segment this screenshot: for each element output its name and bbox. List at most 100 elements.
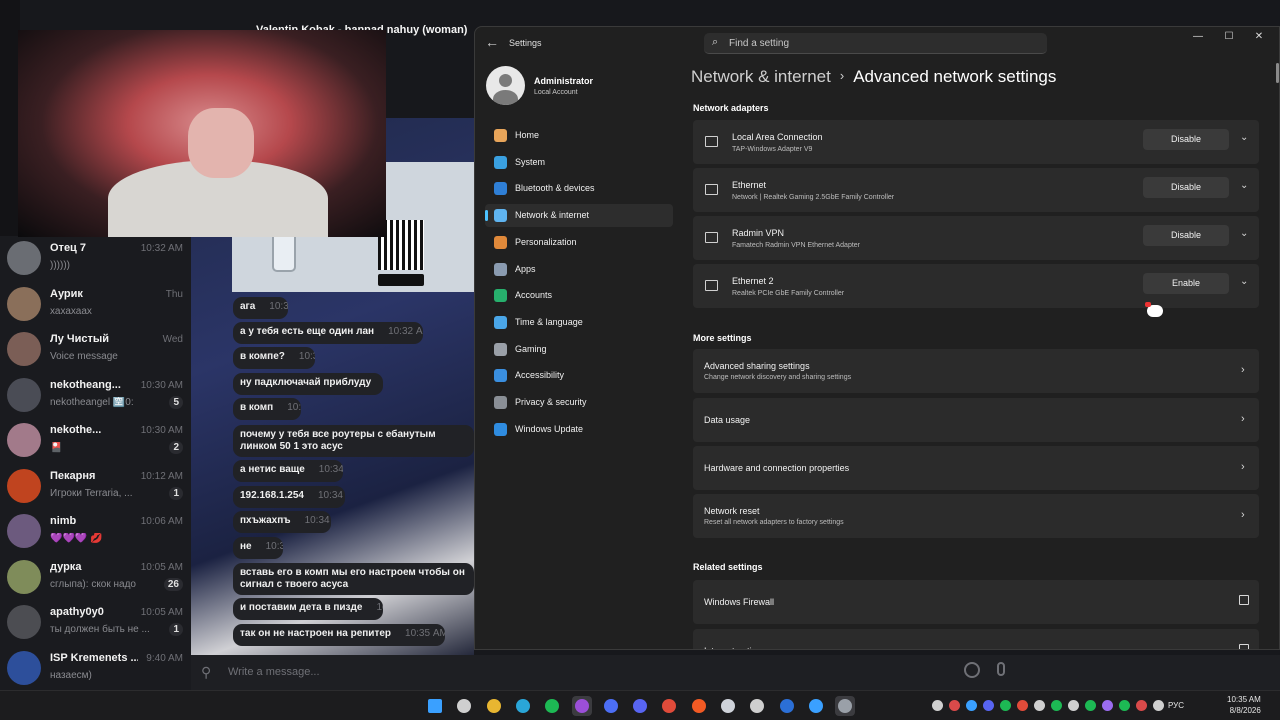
more-settings-item[interactable]: Advanced sharing settings Change network … [693, 349, 1259, 393]
search-icon[interactable] [454, 696, 474, 716]
adapter-card[interactable]: Ethernet Network | Realtek Gaming 2.5GbE … [693, 168, 1259, 212]
tray-icon[interactable] [1153, 700, 1164, 711]
chevron-down-icon[interactable]: ⌄ [1240, 180, 1248, 191]
back-arrow-icon[interactable]: ← [485, 34, 499, 50]
tray-icon[interactable] [1085, 700, 1096, 711]
maximize-icon[interactable]: ☐ [1219, 31, 1239, 47]
nav-item[interactable]: Personalization [485, 231, 673, 254]
github-icon[interactable] [747, 696, 767, 716]
steam-icon[interactable] [718, 696, 738, 716]
tray-icon[interactable] [1034, 700, 1045, 711]
chat-list-item[interactable]: Аурик Thu хахахаах [0, 282, 191, 327]
settings-icon[interactable] [835, 696, 856, 716]
tray-icon[interactable] [1119, 700, 1130, 711]
tray-icon[interactable] [1017, 700, 1028, 711]
search-input[interactable] [729, 35, 1029, 51]
notepad-icon[interactable] [806, 696, 826, 716]
chat-list-item[interactable]: nekotheang... 10:30 AM nekotheangel 🈳0: 5 [0, 373, 191, 418]
file-explorer-icon[interactable] [484, 696, 504, 716]
disable-button[interactable]: Disable [1143, 225, 1229, 246]
more-settings-item[interactable]: Hardware and connection properties › [693, 446, 1259, 490]
adapter-card[interactable]: Radmin VPN Famatech Radmin VPN Ethernet A… [693, 216, 1259, 260]
scrollbar[interactable] [1276, 63, 1279, 83]
nav-item[interactable]: Network & internet [485, 204, 673, 228]
nav-item[interactable]: Apps [485, 258, 673, 281]
avatar[interactable] [486, 66, 525, 105]
nav-item[interactable]: Accounts [485, 284, 673, 307]
chevron-down-icon[interactable]: ⌄ [1240, 276, 1248, 287]
enable-button[interactable]: Enable [1143, 273, 1229, 294]
more-settings-item[interactable]: Data usage › [693, 398, 1259, 442]
message-bubble[interactable]: пхъжахпъ 10:34 AM [233, 511, 331, 533]
more-settings-item[interactable]: Network reset Reset all network adapters … [693, 494, 1259, 538]
disable-button[interactable]: Disable [1143, 177, 1229, 198]
paperclip-icon[interactable]: ⚲ [201, 664, 211, 681]
powershell-icon[interactable] [777, 696, 797, 716]
tray-icon[interactable] [949, 700, 960, 711]
nav-item[interactable]: Accessibility [485, 364, 673, 387]
chevron-down-icon[interactable]: ⌄ [1240, 228, 1248, 239]
message-bubble[interactable]: а у тебя есть еще один лан 10:32 AM [233, 322, 423, 344]
adapter-card[interactable]: Ethernet 2 Realtek PCIe GbE Family Contro… [693, 264, 1259, 308]
search-box[interactable]: ⌕ [704, 33, 1047, 54]
affinity-icon[interactable] [571, 696, 592, 716]
windows-start-icon[interactable] [425, 696, 445, 716]
phone-graphic [272, 232, 296, 272]
chevron-down-icon[interactable]: ⌄ [1240, 132, 1248, 143]
spotify-icon[interactable] [542, 696, 562, 716]
tray-icon[interactable] [1102, 700, 1113, 711]
tray-icon[interactable] [1051, 700, 1062, 711]
message-bubble[interactable]: вставь его в комп мы его настроем чтобы … [233, 563, 474, 595]
microphone-icon[interactable] [997, 662, 1005, 676]
chat-time: 10:30 AM [140, 425, 183, 436]
related-settings-item[interactable]: Internet options [693, 629, 1259, 649]
chat-list-item[interactable]: apathy0y0 10:05 AM ты должен быть не ... 1 [0, 600, 191, 645]
clock[interactable]: 10:35 AM 8/8/2026 [1227, 694, 1261, 716]
nav-item[interactable]: Gaming [485, 338, 673, 361]
nav-item[interactable]: Bluetooth & devices [485, 177, 673, 200]
message-bubble[interactable]: не 10:34 AM [233, 537, 283, 559]
nav-item[interactable]: Windows Update [485, 418, 673, 441]
nav-item[interactable]: System [485, 151, 673, 174]
related-settings-item[interactable]: Windows Firewall [693, 580, 1259, 624]
message-bubble[interactable]: ага 10:32 AM [233, 297, 288, 319]
message-bubble[interactable]: 192.168.1.254 10:34 AM [233, 486, 345, 508]
chrome-icon[interactable] [659, 696, 679, 716]
language-indicator[interactable]: РУС [1168, 701, 1184, 710]
chat-list-item[interactable]: Отец 7 10:32 AM)))))) [0, 236, 191, 281]
tray-icon[interactable] [966, 700, 977, 711]
adapter-card[interactable]: Local Area Connection TAP-Windows Adapter… [693, 120, 1259, 164]
tray-icon[interactable] [983, 700, 994, 711]
message-bubble[interactable]: в комп 10:33 AM [233, 398, 301, 420]
chat-list-item[interactable]: Пекарня 10:12 AM Игроки Terraria, ... 1 [0, 464, 191, 509]
message-input[interactable]: Write a message... [228, 666, 320, 678]
discord-icon[interactable] [630, 696, 650, 716]
emoji-icon[interactable] [964, 662, 980, 678]
message-bubble[interactable]: в компе? 10:32 AM [233, 347, 315, 369]
disable-button[interactable]: Disable [1143, 129, 1229, 150]
brave-icon[interactable] [689, 696, 709, 716]
chat-list-item[interactable]: nekothe... 10:30 AM 🎴 2 [0, 418, 191, 463]
tray-icon[interactable] [1068, 700, 1079, 711]
message-bubble[interactable]: а нетис ваще 10:34 AM [233, 460, 343, 482]
message-bubble[interactable]: и поставим дета в пизде 10:34 AM [233, 598, 383, 620]
minimize-icon[interactable]: — [1188, 31, 1208, 47]
nav-item[interactable]: Home [485, 124, 673, 147]
tray-icon[interactable] [1000, 700, 1011, 711]
nav-item[interactable]: Time & language [485, 311, 673, 334]
unread-badge: 1 [169, 623, 183, 636]
tray-icon[interactable] [1136, 700, 1147, 711]
nav-item[interactable]: Privacy & security [485, 391, 673, 414]
message-bubble[interactable]: так он не настроен на репитер 10:35 AM [233, 624, 445, 646]
chat-list-item[interactable]: Лу Чистый Wed Voice message [0, 327, 191, 372]
edge-icon[interactable] [513, 696, 533, 716]
close-icon[interactable]: ✕ [1249, 31, 1269, 47]
tray-icon[interactable] [932, 700, 943, 711]
breadcrumb-parent[interactable]: Network & internet [691, 67, 831, 86]
message-bubble[interactable]: ну падключачай приблуду10:33 AM [233, 373, 383, 395]
app-icon[interactable] [601, 696, 621, 716]
message-bubble[interactable]: почему у тебя все роутеры с ебанутым лин… [233, 425, 474, 457]
chat-list-item[interactable]: дурка 10:05 AM сглыпа): скок надо 26 [0, 555, 191, 600]
chat-list-item[interactable]: ISP Kremenets ... 9:40 AM назаесм) [0, 646, 191, 691]
chat-list-item[interactable]: nimb 10:06 AM 💜💜💜 💋 [0, 509, 191, 554]
